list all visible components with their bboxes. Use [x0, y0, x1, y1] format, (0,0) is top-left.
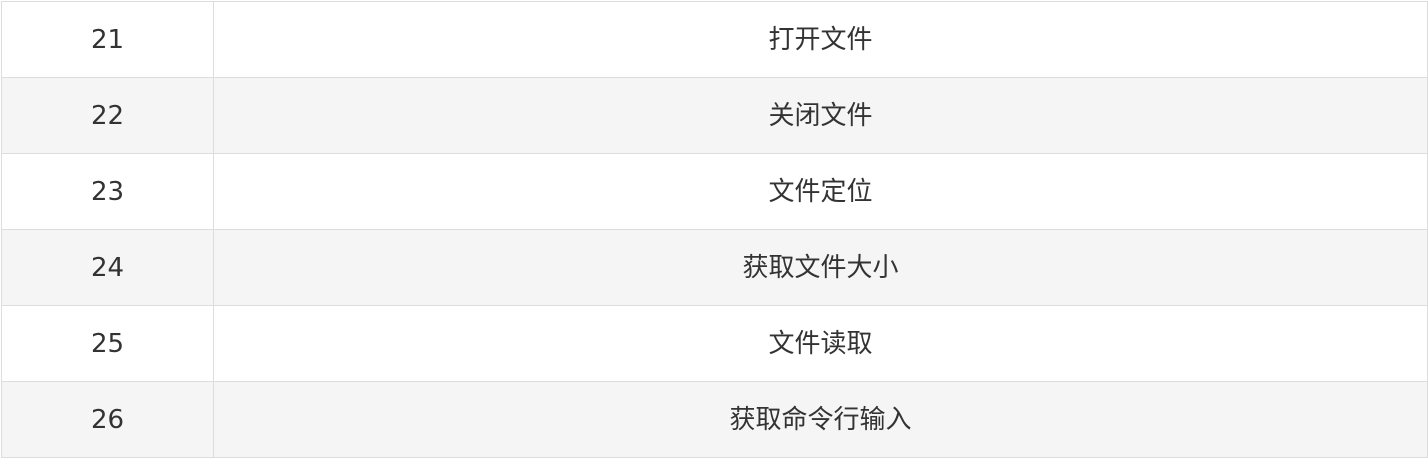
table-row: 22 关闭文件	[1, 77, 1428, 154]
syscall-table: 21 打开文件 22 关闭文件 23 文件定位 24 获取文件大小 25 文件读…	[1, 1, 1428, 458]
row-number-cell: 21	[1, 1, 214, 78]
row-number-cell: 24	[1, 229, 214, 306]
table-row: 25 文件读取	[1, 305, 1428, 382]
table-row: 26 获取命令行输入	[1, 381, 1428, 458]
row-number-cell: 22	[1, 77, 214, 154]
row-function-cell: 获取命令行输入	[213, 381, 1428, 458]
row-function-cell: 获取文件大小	[213, 229, 1428, 306]
row-function-cell: 关闭文件	[213, 77, 1428, 154]
table-row: 23 文件定位	[1, 153, 1428, 230]
table-row: 21 打开文件	[1, 1, 1428, 78]
table-row: 24 获取文件大小	[1, 229, 1428, 306]
row-function-cell: 打开文件	[213, 1, 1428, 78]
row-number-cell: 26	[1, 381, 214, 458]
row-number-cell: 25	[1, 305, 214, 382]
row-number-cell: 23	[1, 153, 214, 230]
row-function-cell: 文件定位	[213, 153, 1428, 230]
row-function-cell: 文件读取	[213, 305, 1428, 382]
